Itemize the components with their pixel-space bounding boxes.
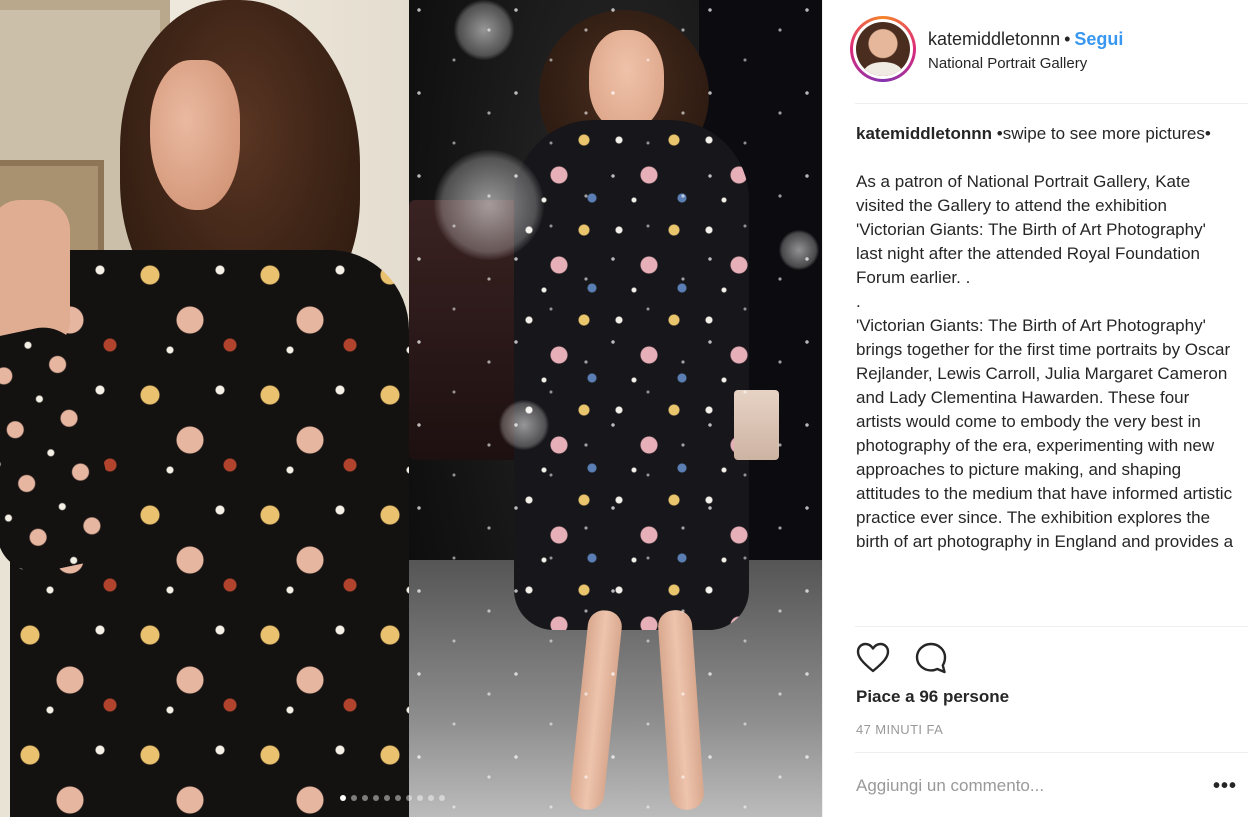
story-ring[interactable] — [850, 16, 916, 82]
carousel-dot[interactable] — [417, 795, 423, 801]
caption-lead: katemiddletonnn •swipe to see more pictu… — [856, 122, 1236, 146]
avatar[interactable] — [856, 22, 910, 76]
carousel-dot[interactable] — [351, 795, 357, 801]
username-link[interactable]: katemiddletonnn — [928, 29, 1060, 49]
caption-username[interactable]: katemiddletonnn — [856, 124, 992, 143]
photo-snowy-arrival — [409, 0, 822, 817]
separator-dot: • — [1064, 29, 1071, 49]
caption-paragraph: As a patron of National Portrait Gallery… — [856, 172, 1206, 287]
comment-button[interactable] — [913, 640, 949, 676]
divider — [855, 752, 1248, 753]
carousel-dot[interactable] — [406, 795, 412, 801]
caption-lead-text: •swipe to see more pictures• — [992, 124, 1211, 143]
caption-paragraph: 'Victorian Giants: The Birth of Art Phot… — [856, 316, 1234, 551]
post-header: katemiddletonnn • Segui National Portrait … — [823, 0, 1248, 104]
carousel-dot[interactable] — [395, 795, 401, 801]
heart-icon — [856, 642, 890, 673]
carousel-indicator — [340, 791, 445, 805]
divider — [855, 626, 1248, 627]
post-actions — [855, 638, 949, 678]
username-row: katemiddletonnn • Segui — [928, 29, 1123, 50]
snowfall — [409, 0, 822, 817]
carousel-dot[interactable] — [340, 795, 346, 801]
post-timestamp[interactable]: 47 MINUTI FA — [856, 722, 943, 737]
post-details-panel: katemiddletonnn • Segui National Portrait … — [822, 0, 1248, 817]
post-media-carousel[interactable] — [0, 0, 822, 817]
carousel-dot[interactable] — [384, 795, 390, 801]
carousel-dot[interactable] — [439, 795, 445, 801]
more-options-icon[interactable]: ••• — [1213, 772, 1243, 800]
caption-paragraph: . — [856, 292, 861, 311]
likes-count[interactable]: Piace a 96 persone — [856, 687, 1009, 707]
photo-gallery-portrait — [0, 0, 409, 817]
carousel-dot[interactable] — [428, 795, 434, 801]
carousel-dot[interactable] — [373, 795, 379, 801]
face-profile — [150, 60, 240, 210]
post-caption: katemiddletonnn •swipe to see more pictu… — [856, 122, 1236, 624]
comment-input[interactable] — [856, 770, 1176, 802]
comment-icon — [915, 642, 947, 674]
location-link[interactable]: National Portrait Gallery — [928, 55, 1087, 72]
carousel-dot[interactable] — [362, 795, 368, 801]
like-button[interactable] — [855, 640, 891, 676]
follow-button[interactable]: Segui — [1074, 29, 1123, 49]
divider — [855, 103, 1248, 104]
